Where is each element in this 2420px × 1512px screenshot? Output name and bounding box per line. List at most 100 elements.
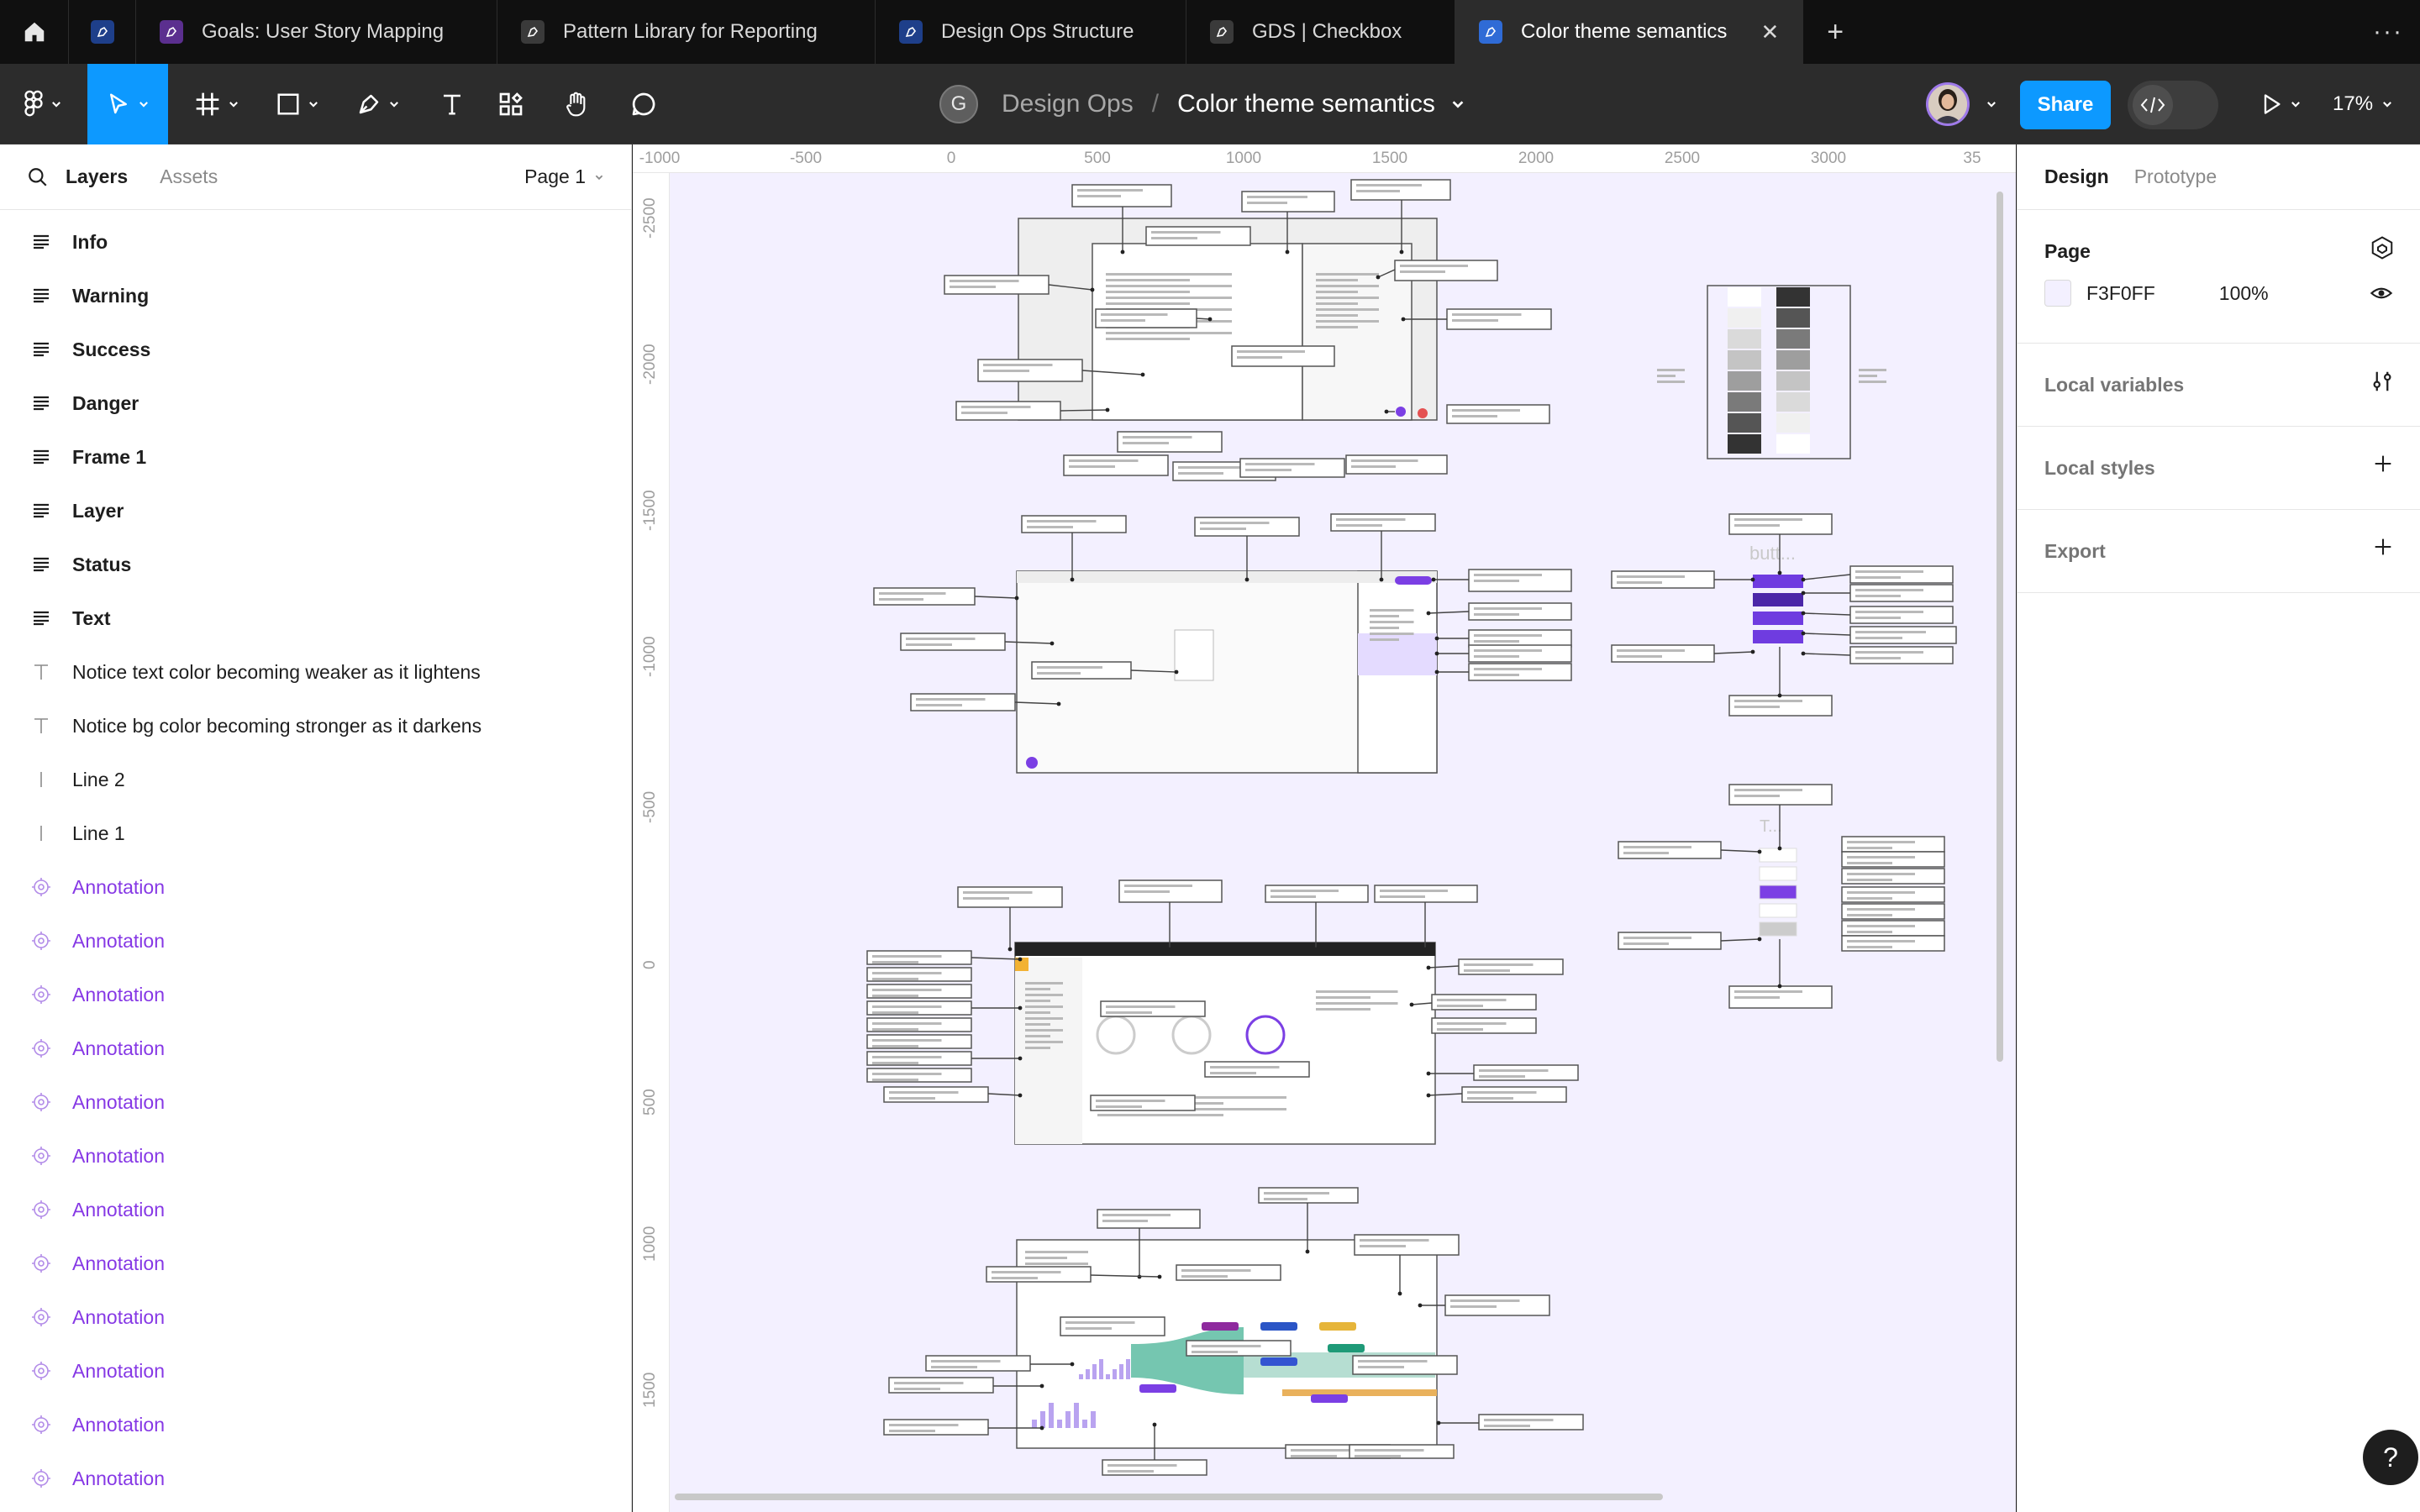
text-placeholder — [1106, 279, 1190, 281]
new-tab-button[interactable]: + — [1803, 0, 1867, 64]
layer-item[interactable]: Annotation — [0, 1129, 631, 1183]
layer-item[interactable]: Annotation — [0, 1452, 631, 1505]
shape-tool-button[interactable] — [266, 64, 329, 144]
text-placeholder — [1037, 666, 1102, 669]
layer-item[interactable]: Warning — [0, 269, 631, 323]
layer-name: Annotation — [72, 1413, 165, 1436]
file-tab[interactable]: Color theme semantics ✕ — [1455, 0, 1804, 64]
text-placeholder — [1437, 1022, 1507, 1025]
text-placeholder — [1025, 982, 1063, 984]
resources-tool-button[interactable] — [484, 64, 538, 144]
text-placeholder — [1025, 1263, 1088, 1265]
file-tab[interactable]: Design Ops Structure — [876, 0, 1186, 64]
layer-item[interactable]: Layer — [0, 484, 631, 538]
connector-dot — [1140, 372, 1145, 377]
layer-item[interactable]: Annotation — [0, 914, 631, 968]
page-color-value[interactable]: F3F0FF — [2086, 282, 2155, 305]
layer-item[interactable]: Annotation — [0, 1398, 631, 1452]
tab-layers[interactable]: Layers — [66, 165, 128, 188]
layer-item[interactable]: Info — [0, 215, 631, 269]
tab-prototype[interactable]: Prototype — [2134, 165, 2217, 188]
text-tool-button[interactable] — [425, 64, 479, 144]
user-avatar[interactable] — [1926, 82, 1970, 126]
layer-item[interactable]: Line 2 — [0, 753, 631, 806]
text-placeholder — [1025, 1047, 1050, 1049]
page-opacity-value[interactable]: 100% — [2219, 282, 2269, 305]
pen-tool-button[interactable] — [346, 64, 410, 144]
layer-item[interactable]: Success — [0, 323, 631, 376]
text-placeholder — [1316, 1008, 1370, 1011]
local-variables-section[interactable]: Local variables — [2018, 344, 2420, 427]
file-tab[interactable]: Pattern Library for Reporting — [497, 0, 876, 64]
main-menu-button[interactable] — [12, 64, 74, 144]
ruler-x-tick: 0 — [946, 150, 956, 167]
layer-item[interactable]: Notice bg color becoming stronger as it … — [0, 699, 631, 753]
text-placeholder — [894, 1388, 940, 1390]
text-placeholder — [931, 1366, 977, 1368]
layer-item[interactable]: Annotation — [0, 1344, 631, 1398]
team-name[interactable]: Design Ops — [1002, 90, 1134, 118]
text-placeholder — [1106, 297, 1232, 299]
zoom-menu[interactable]: 17% — [2333, 64, 2393, 144]
page-fill-row[interactable]: F3F0FF 100% — [2044, 270, 2393, 316]
connector-line — [974, 596, 1018, 599]
file-tab[interactable]: GDS | Checkbox — [1186, 0, 1455, 64]
hand-tool-button[interactable] — [550, 64, 603, 144]
help-button[interactable]: ? — [2363, 1430, 2418, 1485]
comment-tool-button[interactable] — [617, 64, 671, 144]
play-icon — [2264, 94, 2281, 114]
plus-icon[interactable] — [2371, 535, 2395, 559]
home-button[interactable] — [0, 0, 69, 64]
connector-dot — [1007, 947, 1013, 952]
vertical-scrollbar[interactable] — [1996, 192, 2003, 1062]
text-placeholder — [1847, 940, 1915, 942]
page-selector[interactable]: Page 1 — [524, 165, 604, 188]
canvas-content[interactable]: butt... T... — [670, 173, 2016, 1512]
layer-item[interactable]: Annotation — [0, 860, 631, 914]
search-icon[interactable] — [27, 166, 49, 188]
team-avatar[interactable]: G — [939, 85, 978, 123]
file-tab[interactable] — [69, 0, 136, 64]
sliders-icon[interactable] — [2370, 369, 2395, 394]
share-button[interactable]: Share — [2020, 81, 2111, 129]
plus-icon[interactable] — [2371, 452, 2395, 475]
component-set-icon[interactable] — [2370, 235, 2395, 260]
tab-design[interactable]: Design — [2044, 165, 2109, 188]
file-tab[interactable]: Goals: User Story Mapping — [136, 0, 497, 64]
eye-icon[interactable] — [2370, 281, 2393, 305]
canvas[interactable]: -1000 -500 0 500 1000 1500 2000 2500 3000 35 -250… — [633, 144, 2016, 1512]
layer-item[interactable]: Frame 1 — [0, 430, 631, 484]
more-menu-button[interactable]: ··· — [2356, 0, 2420, 64]
layer-item[interactable]: Annotation — [0, 1290, 631, 1344]
tab-assets[interactable]: Assets — [160, 165, 218, 188]
layer-item[interactable]: Notice text color becoming weaker as it … — [0, 645, 631, 699]
user-menu-caret[interactable] — [1976, 64, 2007, 144]
layer-item[interactable]: Annotation — [0, 968, 631, 1021]
annotation-label — [1265, 885, 1369, 903]
ruler-x-tick: 3000 — [1810, 150, 1847, 167]
layer-item[interactable]: Danger — [0, 376, 631, 430]
present-button[interactable] — [2249, 64, 2312, 144]
move-tool-button[interactable] — [87, 64, 168, 144]
layer-item[interactable]: Annotation — [0, 1183, 631, 1236]
layer-item[interactable]: Text — [0, 591, 631, 645]
connector-dot — [1090, 287, 1095, 292]
layer-item[interactable]: Annotation — [0, 1021, 631, 1075]
histogram-bar — [1074, 1403, 1079, 1428]
layer-item[interactable]: Annotation — [0, 1236, 631, 1290]
layer-item[interactable]: Status — [0, 538, 631, 591]
page-color-swatch[interactable] — [2044, 280, 2071, 307]
local-styles-section[interactable]: Local styles — [2018, 427, 2420, 510]
chevron-down-icon[interactable] — [1450, 97, 1465, 112]
file-name[interactable]: Color theme semantics — [1177, 90, 1435, 118]
export-section[interactable]: Export — [2018, 510, 2420, 593]
dev-mode-toggle[interactable] — [2128, 81, 2218, 129]
text-placeholder — [1734, 518, 1802, 521]
connector-dot — [1397, 1291, 1402, 1296]
close-tab-icon[interactable]: ✕ — [1760, 19, 1779, 45]
file-tab-label: Pattern Library for Reporting — [563, 20, 818, 43]
layer-item[interactable]: Line 1 — [0, 806, 631, 860]
horizontal-scrollbar[interactable] — [675, 1494, 1663, 1500]
frame-tool-button[interactable] — [185, 64, 249, 144]
layer-item[interactable]: Annotation — [0, 1075, 631, 1129]
